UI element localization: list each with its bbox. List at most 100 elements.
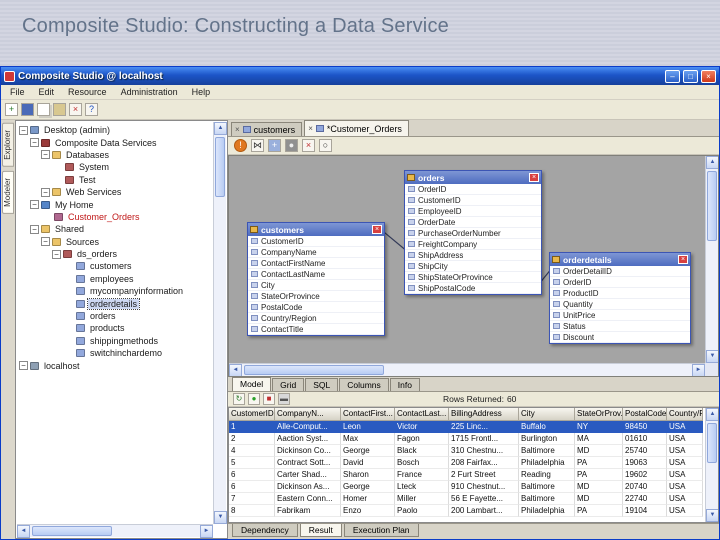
scroll-down-button[interactable] — [706, 350, 718, 363]
column-header[interactable]: City — [519, 408, 575, 421]
scrollbar-thumb[interactable] — [215, 137, 225, 197]
view-tab-model[interactable]: Model — [232, 377, 272, 391]
column-header[interactable]: ContactFirst... — [341, 408, 395, 421]
tree-item-test[interactable]: Test — [17, 174, 213, 186]
table-row[interactable]: 6 Carter Shad... Sharon France 2 Furt Street… — [229, 469, 705, 481]
entity-header[interactable]: orders × — [405, 171, 541, 184]
table-row[interactable]: 1 Alle-Comput... Leon Victor 225 Linc... Buff… — [229, 421, 705, 433]
table-row[interactable]: 2 Aaction Syst... Max Fagon 1715 Frontl... Bu… — [229, 433, 705, 445]
panel-tab-execution-plan[interactable]: Execution Plan — [343, 524, 419, 537]
stop-icon[interactable]: ■ — [263, 393, 275, 405]
field-row[interactable]: FreightCompany — [405, 239, 541, 250]
close-entity-icon[interactable]: × — [372, 225, 382, 234]
expander-icon[interactable]: − — [19, 361, 28, 371]
tree-horizontal-scrollbar[interactable] — [17, 524, 213, 538]
help-icon[interactable]: ? — [85, 103, 98, 116]
close-tab-icon[interactable]: × — [235, 125, 240, 134]
tree-item-switchinchardemo[interactable]: switchinchardemo — [17, 347, 213, 359]
tree-item-ds-orders[interactable]: − ds_orders — [17, 248, 213, 260]
view-tab-grid[interactable]: Grid — [272, 378, 305, 391]
titlebar[interactable]: Composite Studio @ localhost – □ × — [1, 67, 719, 85]
scroll-up-button[interactable] — [214, 122, 227, 135]
field-row[interactable]: PostalCode — [248, 302, 384, 313]
perspective-tab-explorer[interactable]: Explorer — [2, 123, 14, 167]
tree-item-shippingmethods[interactable]: shippingmethods — [17, 335, 213, 347]
field-row[interactable]: ContactLastName — [248, 269, 384, 280]
tree-item-my-home[interactable]: − My Home — [17, 198, 213, 210]
table-row[interactable]: 8 Fabrikam Enzo Paolo 200 Lambart... Philadel… — [229, 505, 705, 517]
scroll-down-button[interactable] — [214, 511, 227, 524]
table-row[interactable]: 6 Dickinson As... George Lteck 910 Chestnut.… — [229, 481, 705, 493]
entity-header[interactable]: orderdetails × — [550, 253, 690, 266]
panel-tab-dependency[interactable]: Dependency — [232, 524, 298, 537]
tree-item-composite-data-services[interactable]: − Composite Data Services — [17, 136, 213, 148]
field-row[interactable]: ContactFirstName — [248, 258, 384, 269]
expander-icon[interactable]: − — [52, 249, 61, 259]
field-row[interactable]: ProductID — [550, 288, 690, 299]
maximize-button[interactable]: □ — [683, 69, 698, 83]
scroll-right-button[interactable] — [692, 364, 705, 376]
field-row[interactable]: CustomerID — [248, 236, 384, 247]
canvas-horizontal-scrollbar[interactable] — [229, 363, 705, 376]
menu-help[interactable]: Help — [185, 87, 218, 97]
column-header[interactable]: CompanyN... — [275, 408, 341, 421]
tree-item-customer-orders[interactable]: Customer_Orders — [17, 211, 213, 223]
tree-vertical-scrollbar[interactable] — [213, 122, 227, 524]
tree-item-system[interactable]: System — [17, 161, 213, 173]
menu-file[interactable]: File — [3, 87, 32, 97]
entity-header[interactable]: customers × — [248, 223, 384, 236]
doc-tab-customers[interactable]: × customers — [231, 122, 303, 136]
delete-icon[interactable]: × — [302, 139, 315, 152]
find-icon[interactable]: ○ — [319, 139, 332, 152]
field-row[interactable]: OrderID — [550, 277, 690, 288]
entity-orderdetails[interactable]: orderdetails × OrderDetailID OrderID Product… — [549, 252, 691, 344]
view-tab-sql[interactable]: SQL — [305, 378, 339, 391]
tree-item-employees[interactable]: employees — [17, 273, 213, 285]
model-canvas[interactable]: customers×CustomerIDCompanyNameContactFi… — [228, 155, 719, 377]
tree-item-products[interactable]: products — [17, 322, 213, 334]
field-row[interactable]: StateOrProvince — [248, 291, 384, 302]
field-row[interactable]: OrderID — [405, 184, 541, 195]
tree-item-mycompanyinformation[interactable]: mycompanyinformation — [17, 285, 213, 297]
snapshot-icon[interactable]: ● — [285, 139, 298, 152]
view-tab-columns[interactable]: Columns — [339, 378, 389, 391]
field-row[interactable]: ShipPostalCode — [405, 283, 541, 294]
tree-item-sources[interactable]: − Sources — [17, 236, 213, 248]
validate-warning-icon[interactable]: ! — [234, 139, 247, 152]
run-icon[interactable]: ● — [248, 393, 260, 405]
expander-icon[interactable]: − — [41, 237, 50, 247]
save-icon[interactable] — [21, 103, 34, 116]
close-tab-icon[interactable]: × — [308, 124, 313, 133]
scrollbar-thumb[interactable] — [32, 526, 112, 536]
column-header[interactable]: CustomerID — [229, 408, 275, 421]
tree-item-localhost[interactable]: − localhost — [17, 359, 213, 371]
scroll-left-button[interactable] — [229, 364, 242, 376]
field-row[interactable]: OrderDetailID — [550, 266, 690, 277]
column-header[interactable]: ContactLast... — [395, 408, 449, 421]
field-row[interactable]: ShipStateOrProvince — [405, 272, 541, 283]
menu-resource[interactable]: Resource — [61, 87, 114, 97]
table-row[interactable]: 4 Dickinson Co... George Black 310 Chestnu..… — [229, 445, 705, 457]
view-tab-info[interactable]: Info — [389, 378, 420, 391]
menu-administration[interactable]: Administration — [114, 87, 185, 97]
grid-vertical-scrollbar[interactable] — [705, 408, 718, 522]
scroll-down-button[interactable] — [706, 509, 718, 522]
field-row[interactable]: ContactTitle — [248, 324, 384, 335]
copy-icon[interactable] — [37, 103, 50, 116]
print-icon[interactable]: ▬ — [278, 393, 290, 405]
perspective-tab-modeler[interactable]: Modeler — [2, 170, 14, 214]
scrollbar-thumb[interactable] — [244, 365, 384, 375]
field-row[interactable]: ShipCity — [405, 261, 541, 272]
expander-icon[interactable]: − — [30, 200, 39, 210]
new-resource-icon[interactable]: + — [5, 103, 18, 116]
scroll-left-button[interactable] — [17, 525, 30, 538]
tree-item-desktop-admin[interactable]: − Desktop (admin) — [17, 124, 213, 136]
column-header[interactable]: StateOrProv... — [575, 408, 623, 421]
field-row[interactable]: PurchaseOrderNumber — [405, 228, 541, 239]
scroll-right-button[interactable] — [200, 525, 213, 538]
tree-item-customers[interactable]: customers — [17, 260, 213, 272]
field-row[interactable]: CompanyName — [248, 247, 384, 258]
entity-customers[interactable]: customers × CustomerID CompanyName ContactFi… — [247, 222, 385, 336]
expander-icon[interactable]: − — [41, 187, 50, 197]
table-row[interactable]: 7 Eastern Conn... Homer Miller 56 E Fayette.… — [229, 493, 705, 505]
